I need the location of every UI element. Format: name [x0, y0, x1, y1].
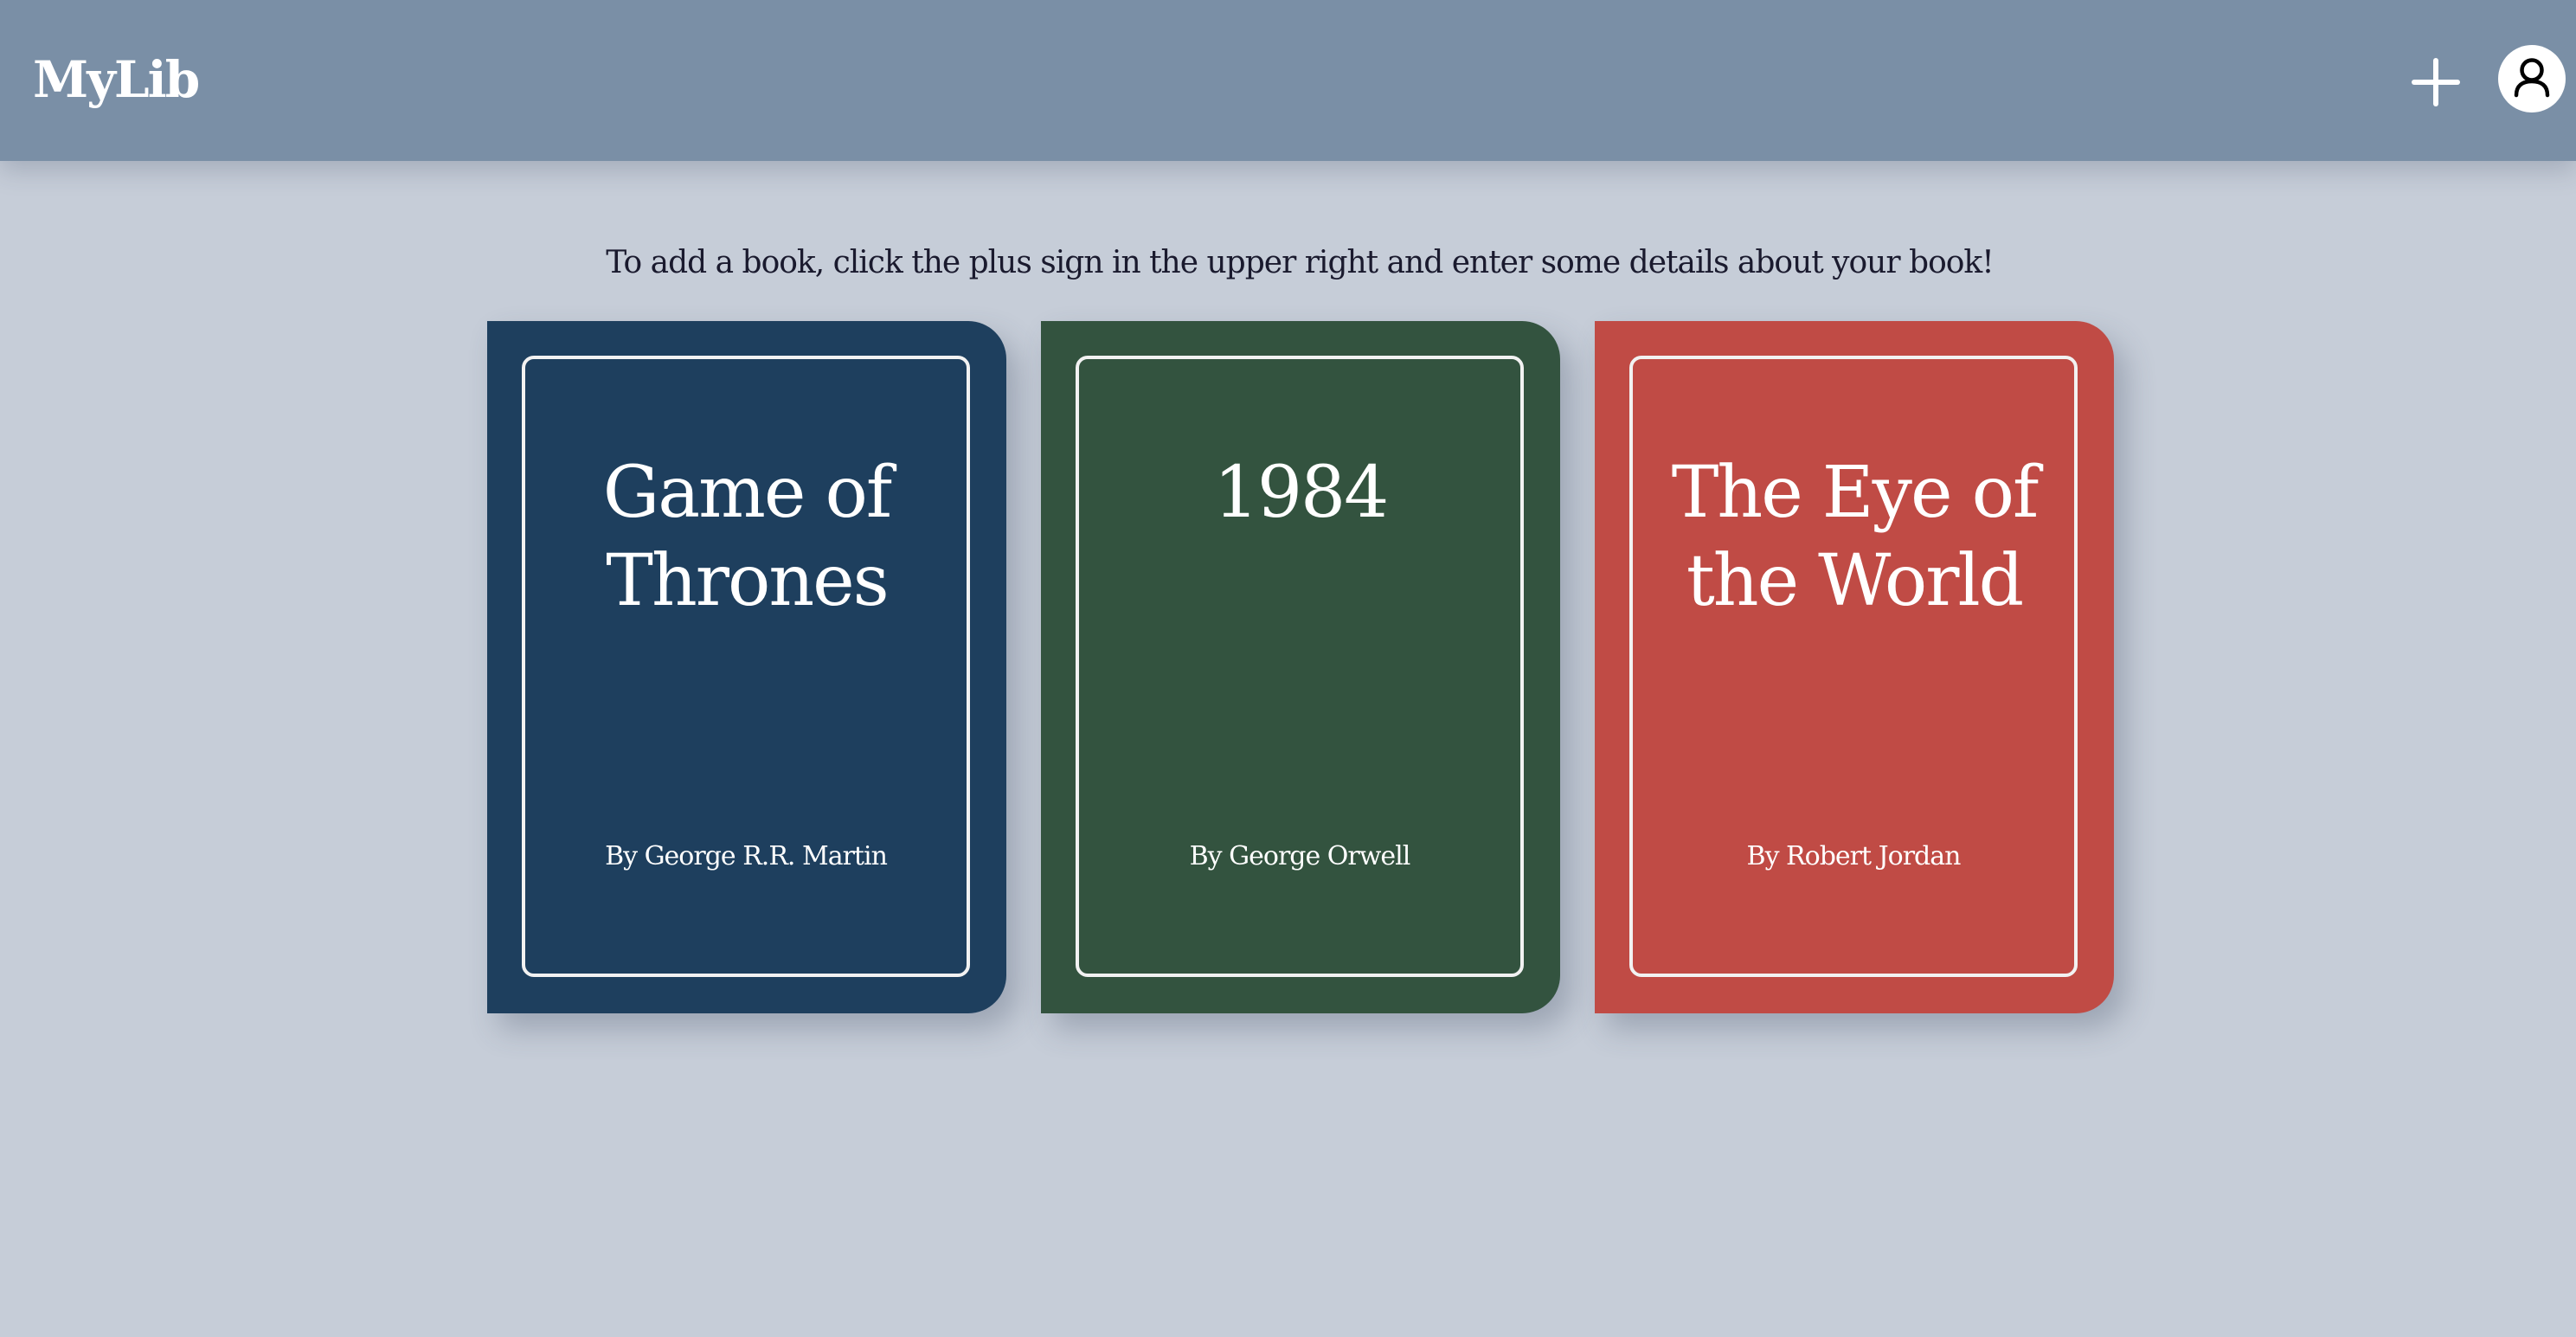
instructions-text: To add a book, click the plus sign in th…	[606, 245, 1994, 280]
plus-icon	[2412, 58, 2460, 106]
app-logo[interactable]: MyLib	[33, 45, 200, 114]
book-title: 1984	[1213, 452, 1390, 534]
book-card[interactable]: The Eye of the World By Robert Jordan	[1595, 321, 2114, 1013]
book-title: Game of Thrones	[602, 452, 892, 622]
app-header: MyLib	[0, 0, 2576, 161]
user-icon	[2514, 58, 2550, 98]
book-title: The Eye of the World	[1671, 452, 2040, 622]
book-author: By George R.R. Martin	[605, 841, 888, 871]
book-author: By Robert Jordan	[1746, 841, 1962, 871]
profile-button[interactable]	[2498, 45, 2566, 112]
add-book-button[interactable]	[2411, 57, 2461, 107]
book-card[interactable]: 1984 By George Orwell	[1041, 321, 1560, 1013]
book-card[interactable]: Game of Thrones By George R.R. Martin	[487, 321, 1006, 1013]
book-author: By George Orwell	[1189, 841, 1411, 871]
